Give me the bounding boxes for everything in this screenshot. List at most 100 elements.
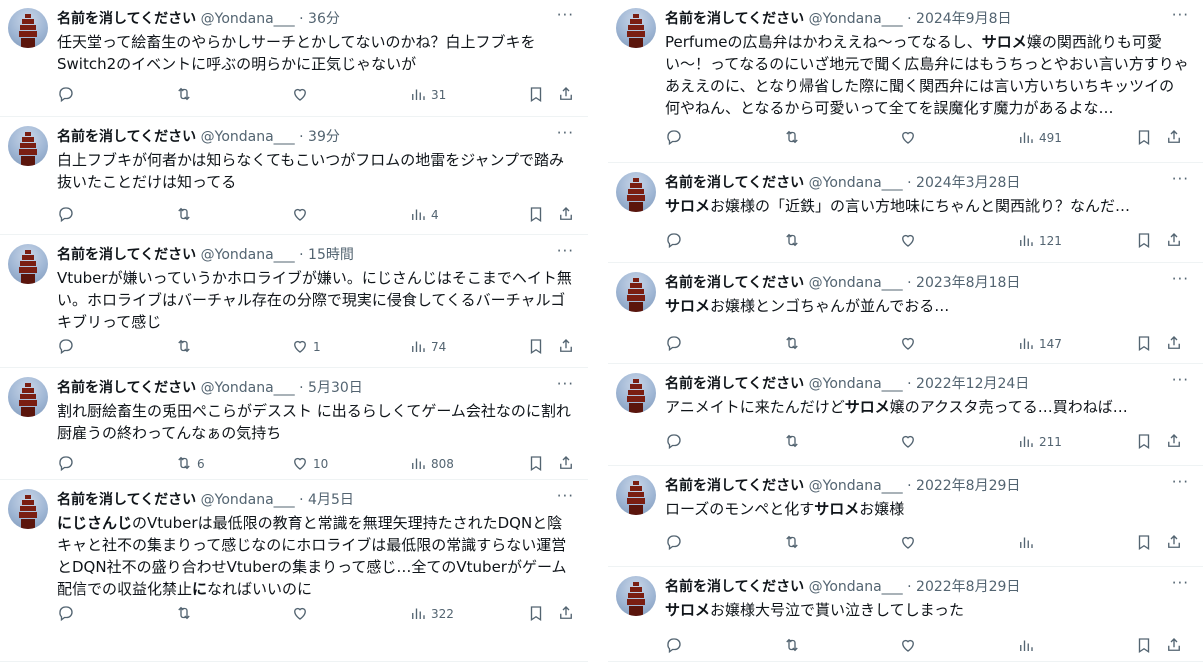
share-button[interactable] [557,204,575,226]
reply-button[interactable] [57,336,79,358]
like-button[interactable]: 10 [291,453,328,475]
tweet-timestamp[interactable]: 4月5日 [308,492,354,508]
author-handle[interactable]: @Yondana___ [201,11,295,27]
reply-button[interactable] [57,603,79,625]
tweet[interactable]: 名前を消してください @Yondana___ · 2022年12月24日 ··· ア… [608,365,1203,466]
avatar[interactable] [8,489,48,529]
author-name[interactable]: 名前を消してください [665,579,804,595]
share-button[interactable] [557,603,575,625]
like-button[interactable] [899,635,921,657]
avatar[interactable] [8,8,48,48]
tweet[interactable]: 名前を消してください @Yondana___ · 36分 ··· 任天堂って絵畜生の… [0,0,588,117]
tweet-timestamp[interactable]: 2022年8月29日 [916,579,1020,595]
share-button[interactable] [557,84,575,106]
retweet-button[interactable] [175,84,197,106]
views-button[interactable]: 808 [409,453,454,475]
reply-button[interactable] [665,230,687,252]
views-button[interactable]: 74 [409,336,446,358]
tweet[interactable]: 名前を消してください @Yondana___ · 2023年8月18日 ··· サロ… [608,264,1203,364]
bookmark-button[interactable] [1135,230,1153,252]
author-name[interactable]: 名前を消してください [665,376,804,392]
bookmark-button[interactable] [1135,333,1153,355]
like-button[interactable] [291,603,313,625]
more-dots-icon[interactable]: ··· [557,126,574,141]
share-button[interactable] [557,453,575,475]
tweet-timestamp[interactable]: 2023年8月18日 [916,275,1020,291]
retweet-button[interactable] [175,603,197,625]
more-dots-icon[interactable]: ··· [557,244,574,259]
author-name[interactable]: 名前を消してください [665,11,804,27]
author-handle[interactable]: @Yondana___ [201,492,295,508]
author-handle[interactable]: @Yondana___ [809,11,903,27]
author-name[interactable]: 名前を消してください [57,11,196,27]
tweet[interactable]: 名前を消してください @Yondana___ · 2024年9月8日 ··· Per… [608,0,1203,163]
reply-button[interactable] [57,84,79,106]
avatar[interactable] [616,576,656,616]
tweet[interactable]: 名前を消してください @Yondana___ · 2022年8月29日 ··· サロ… [608,568,1203,662]
share-button[interactable] [1165,635,1183,657]
author-name[interactable]: 名前を消してください [57,129,196,145]
retweet-button[interactable] [783,230,805,252]
reply-button[interactable] [665,333,687,355]
views-button[interactable]: 211 [1017,431,1062,453]
tweet-timestamp[interactable]: 2024年9月8日 [916,11,1011,27]
reply-button[interactable] [665,127,687,149]
author-name[interactable]: 名前を消してください [57,247,196,263]
reply-button[interactable] [57,204,79,226]
author-handle[interactable]: @Yondana___ [201,129,295,145]
views-button[interactable]: 322 [409,603,454,625]
tweet-timestamp[interactable]: 5月30日 [308,380,363,396]
share-button[interactable] [1165,532,1183,554]
bookmark-button[interactable] [527,84,545,106]
retweet-button[interactable] [175,336,197,358]
author-handle[interactable]: @Yondana___ [809,376,903,392]
more-dots-icon[interactable]: ··· [1172,373,1189,388]
more-dots-icon[interactable]: ··· [1172,576,1189,591]
retweet-button[interactable] [175,204,197,226]
avatar[interactable] [8,126,48,166]
avatar[interactable] [616,373,656,413]
like-button[interactable] [899,127,921,149]
avatar[interactable] [8,244,48,284]
author-handle[interactable]: @Yondana___ [809,478,903,494]
share-button[interactable] [557,336,575,358]
share-button[interactable] [1165,230,1183,252]
reply-button[interactable] [57,453,79,475]
tweet-timestamp[interactable]: 39分 [308,129,340,145]
avatar[interactable] [616,8,656,48]
more-dots-icon[interactable]: ··· [557,8,574,23]
reply-button[interactable] [665,635,687,657]
avatar[interactable] [616,272,656,312]
bookmark-button[interactable] [527,336,545,358]
tweet[interactable]: 名前を消してください @Yondana___ · 39分 ··· 白上フブキが何者か… [0,118,588,235]
author-handle[interactable]: @Yondana___ [201,247,295,263]
views-button[interactable]: 31 [409,84,446,106]
like-button[interactable] [899,431,921,453]
avatar[interactable] [616,475,656,515]
retweet-button[interactable] [783,532,805,554]
avatar[interactable] [616,172,656,212]
like-button[interactable] [899,230,921,252]
bookmark-button[interactable] [527,204,545,226]
bookmark-button[interactable] [1135,635,1153,657]
tweet[interactable]: 名前を消してください @Yondana___ · 5月30日 ··· 割れ厨絵畜生の… [0,369,588,480]
retweet-button[interactable] [783,127,805,149]
tweet-timestamp[interactable]: 2022年12月24日 [916,376,1029,392]
tweet[interactable]: 名前を消してください @Yondana___ · 2024年3月28日 ··· サロ… [608,164,1203,263]
author-name[interactable]: 名前を消してください [665,175,804,191]
retweet-button[interactable] [783,333,805,355]
reply-button[interactable] [665,431,687,453]
bookmark-button[interactable] [1135,127,1153,149]
retweet-button[interactable] [783,431,805,453]
tweet-timestamp[interactable]: 15時間 [308,247,354,263]
bookmark-button[interactable] [1135,431,1153,453]
views-button[interactable]: 147 [1017,333,1062,355]
bookmark-button[interactable] [527,603,545,625]
author-name[interactable]: 名前を消してください [665,478,804,494]
like-button[interactable]: 1 [291,336,321,358]
bookmark-button[interactable] [527,453,545,475]
reply-button[interactable] [665,532,687,554]
tweet[interactable]: 名前を消してください @Yondana___ · 4月5日 ··· にじさんじのVt… [0,481,588,662]
like-button[interactable] [291,84,313,106]
views-button[interactable]: 4 [409,204,439,226]
